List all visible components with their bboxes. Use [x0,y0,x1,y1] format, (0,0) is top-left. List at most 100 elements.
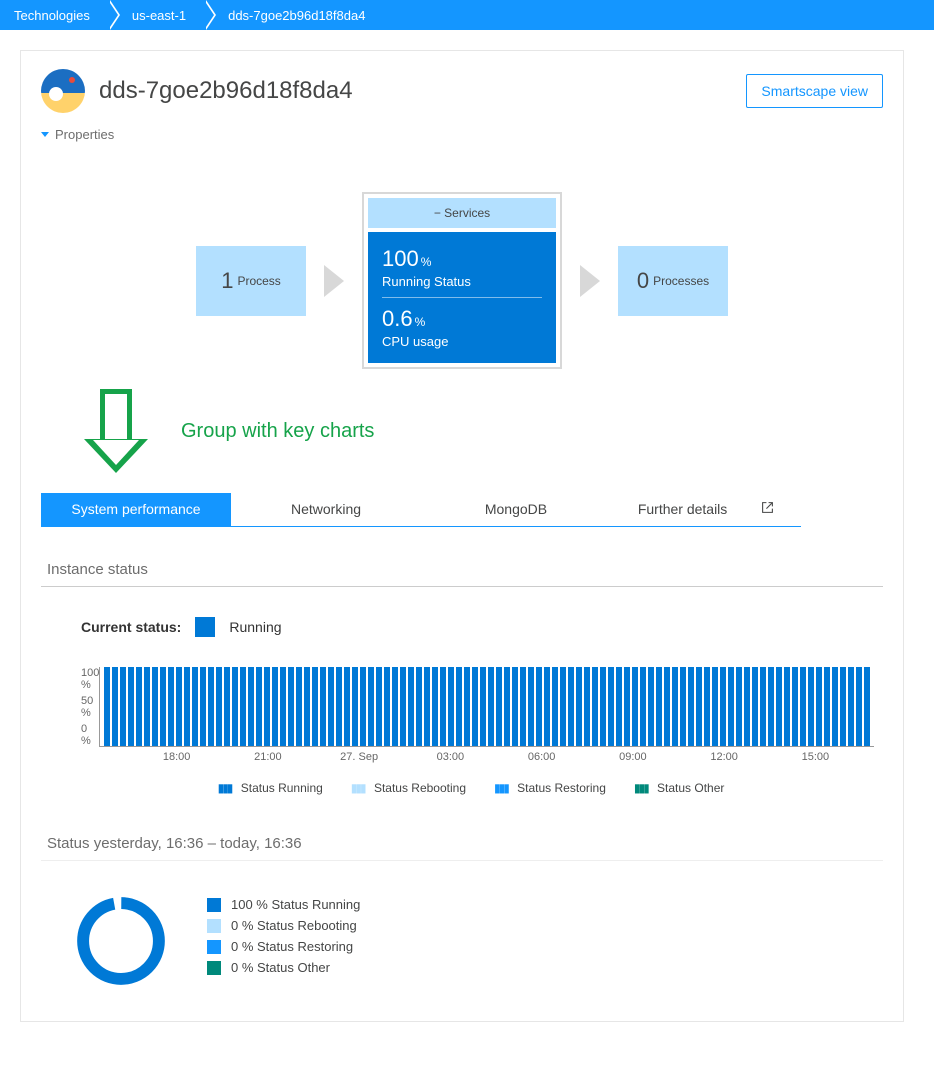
chart-bar [488,667,494,746]
chart-plot-area[interactable] [99,667,874,747]
chart-bar [656,667,662,746]
breadcrumb-item-instance[interactable]: dds-7goe2b96d18f8da4 [204,0,383,30]
chart-bar [408,667,414,746]
chart-legend-item[interactable]: ▮▮▮ Status Rebooting [351,781,466,795]
chart-bar [128,667,134,746]
chart-bar [176,667,182,746]
chart-bar [400,667,406,746]
breadcrumb-item-technologies[interactable]: Technologies [0,0,108,30]
chart-bar [280,667,286,746]
status-color-swatch [195,617,215,637]
tab-bar: System performance Networking MongoDB Fu… [41,493,883,527]
chart-bar [792,667,798,746]
metrics-panel[interactable]: 100% Running Status 0.6% CPU usage [368,232,556,363]
process-left-tile[interactable]: 1 Process [196,246,306,316]
process-right-tile[interactable]: 0 Processes [618,246,728,316]
chart-bar [760,667,766,746]
chart-x-tick: 06:00 [496,751,587,763]
chart-x-axis: 18:0021:0027. Sep03:0006:0009:0012:0015:… [131,751,861,763]
chart-bar [216,667,222,746]
chart-bar [752,667,758,746]
chart-bar [640,667,646,746]
infographic: 1 Process − Services 100% Running Status… [41,192,883,369]
legend-color-swatch [207,898,221,912]
instance-status-section-title: Instance status [47,561,883,578]
chart-bar [704,667,710,746]
status-donut-legend: 100 % Status Running 0 % Status Rebooting… [207,891,360,981]
chart-bar [584,667,590,746]
chart-bar [184,667,190,746]
chart-bar [520,667,526,746]
chart-bar [312,667,318,746]
tab-networking[interactable]: Networking [231,493,421,527]
chart-bar [432,667,438,746]
donut-legend-label: 0 % Status Restoring [231,939,353,954]
breadcrumb-item-region[interactable]: us-east-1 [108,0,204,30]
chart-legend-label: Status Rebooting [371,781,466,795]
main-card: dds-7goe2b96d18f8da4 Smartscape view Pro… [20,50,904,1022]
chart-bar [720,667,726,746]
chart-bar [344,667,350,746]
chart-bar [416,667,422,746]
smartscape-view-button[interactable]: Smartscape view [746,74,883,108]
tab-further-details-label: Further details [638,501,727,517]
chart-bar [120,667,126,746]
process-right-label: Processes [653,274,709,288]
chart-bar [592,667,598,746]
chart-bar [856,667,862,746]
status-donut-chart [71,891,171,991]
external-link-icon [761,501,774,517]
chart-bar [168,667,174,746]
chart-bar [208,667,214,746]
services-collapse-button[interactable]: − Services [368,198,556,228]
donut-legend-item: 0 % Status Other [207,960,360,975]
bar-chart-icon: ▮▮▮ [634,781,648,795]
chart-legend-item[interactable]: ▮▮▮ Status Other [634,781,725,795]
chart-legend-item[interactable]: ▮▮▮ Status Restoring [494,781,606,795]
chart-bar [224,667,230,746]
properties-label: Properties [55,127,114,142]
current-status-label: Current status: [81,619,181,635]
chart-bar [784,667,790,746]
donut-legend-label: 0 % Status Rebooting [231,918,357,933]
legend-color-swatch [207,961,221,975]
chart-bar [448,667,454,746]
chart-bar [104,667,110,746]
chart-bar [392,667,398,746]
properties-toggle[interactable]: Properties [41,127,883,142]
chart-x-tick: 15:00 [770,751,861,763]
tab-mongodb[interactable]: MongoDB [421,493,611,527]
tab-system-performance[interactable]: System performance [41,493,231,527]
annotation: Group with key charts [81,389,883,473]
center-tile: − Services 100% Running Status 0.6% CPU … [362,192,562,369]
chart-bar [504,667,510,746]
chart-bar [632,667,638,746]
chart-legend-item[interactable]: ▮▮▮ Status Running [218,781,323,795]
chart-bar [440,667,446,746]
chart-bar [576,667,582,746]
chart-x-tick: 21:00 [222,751,313,763]
chart-bar [832,667,838,746]
chart-x-tick: 27. Sep [314,751,405,763]
chart-bar [616,667,622,746]
chart-bar [824,667,830,746]
chart-bar [136,667,142,746]
chart-bar [672,667,678,746]
chart-bar [152,667,158,746]
page-title: dds-7goe2b96d18f8da4 [99,77,746,105]
chart-bar [696,667,702,746]
chart-bar [368,667,374,746]
divider [41,586,883,587]
chart-bar [848,667,854,746]
chart-x-tick: 09:00 [587,751,678,763]
status-summary-title: Status yesterday, 16:36 – today, 16:36 [47,835,883,852]
chart-bar [264,667,270,746]
chart-bar [512,667,518,746]
chart-bar [424,667,430,746]
tab-further-details[interactable]: Further details [611,493,801,527]
process-left-label: Process [237,274,280,288]
chart-bar [200,667,206,746]
chart-legend-label: Status Other [654,781,725,795]
donut-legend-item: 100 % Status Running [207,897,360,912]
chart-bar [808,667,814,746]
